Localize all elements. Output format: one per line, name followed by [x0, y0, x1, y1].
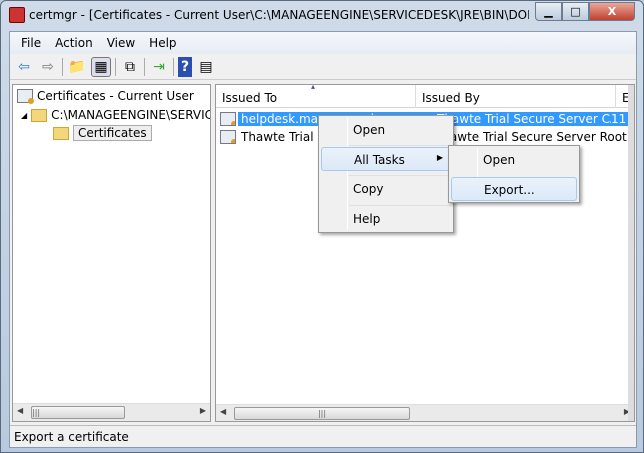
- show-hide-tree-icon[interactable]: ▦: [91, 56, 111, 77]
- menu-help[interactable]: Help: [142, 36, 183, 50]
- tree-pane: Certificates - Current User ◢ C:\MANAGEEN…: [12, 84, 211, 422]
- certificate-icon: [220, 112, 236, 126]
- context-menu: Open All Tasks ▶ Copy Help: [318, 115, 454, 233]
- menu-view[interactable]: View: [100, 36, 142, 50]
- folder-icon: [53, 126, 69, 140]
- certmgr-app-icon: [9, 7, 25, 23]
- export-list-icon[interactable]: ⇥: [149, 57, 169, 77]
- tree-certificates[interactable]: Certificates: [53, 124, 152, 142]
- submenu-arrow-icon: ▶: [436, 153, 443, 162]
- toolbar: ⇦ ⇨ 📁 ▦ ⧉ ⇥ ? ▤: [10, 54, 636, 80]
- tree-root[interactable]: Certificates - Current User: [17, 87, 194, 105]
- forward-arrow-icon[interactable]: ⇨: [38, 57, 58, 77]
- window-title: certmgr - [Certificates - Current User\C…: [29, 8, 529, 22]
- list-vertical-edge: [628, 85, 634, 421]
- tree-folder[interactable]: ◢C:\MANAGEENGINE\SERVICEDESK\JRE\BIN\DOM…: [21, 106, 210, 124]
- up-folder-icon[interactable]: 📁: [67, 57, 87, 77]
- status-bar: Export a certificate: [10, 425, 636, 447]
- tree-horizontal-scrollbar[interactable]: ◀ ||| ▶: [13, 403, 210, 421]
- certificate-store-icon: [17, 89, 34, 104]
- client-area: File Action View Help ⇦ ⇨ 📁 ▦ ⧉ ⇥ ? ▤ Ce…: [9, 31, 637, 448]
- column-issued-to[interactable]: Issued To: [216, 85, 416, 108]
- menu-item-help[interactable]: Help: [321, 207, 451, 231]
- sort-ascending-icon: ▴: [311, 84, 316, 91]
- column-issued-by[interactable]: Issued By: [416, 85, 616, 108]
- submenu-item-open[interactable]: Open: [451, 148, 577, 172]
- copy-icon[interactable]: ⧉: [120, 57, 140, 77]
- close-button[interactable]: X: [589, 2, 635, 21]
- folder-icon: [31, 108, 48, 122]
- submenu-item-export[interactable]: Export...: [451, 177, 577, 201]
- menu-bar: File Action View Help: [10, 32, 636, 54]
- menu-item-open[interactable]: Open: [321, 118, 451, 142]
- maximize-button[interactable]: □: [562, 2, 589, 21]
- menu-action[interactable]: Action: [48, 36, 100, 50]
- menu-item-copy[interactable]: Copy: [321, 177, 451, 201]
- menu-item-all-tasks[interactable]: All Tasks: [321, 147, 451, 171]
- menu-file[interactable]: File: [14, 36, 48, 50]
- certificate-icon: [220, 130, 236, 144]
- minimize-button[interactable]: ▁: [535, 2, 562, 21]
- properties-icon[interactable]: ▤: [196, 57, 216, 77]
- list-horizontal-scrollbar[interactable]: ◀ ||| ▶: [216, 404, 634, 421]
- back-arrow-icon[interactable]: ⇦: [14, 57, 34, 77]
- all-tasks-submenu: Open Export...: [448, 145, 580, 203]
- help-icon[interactable]: ?: [178, 56, 192, 77]
